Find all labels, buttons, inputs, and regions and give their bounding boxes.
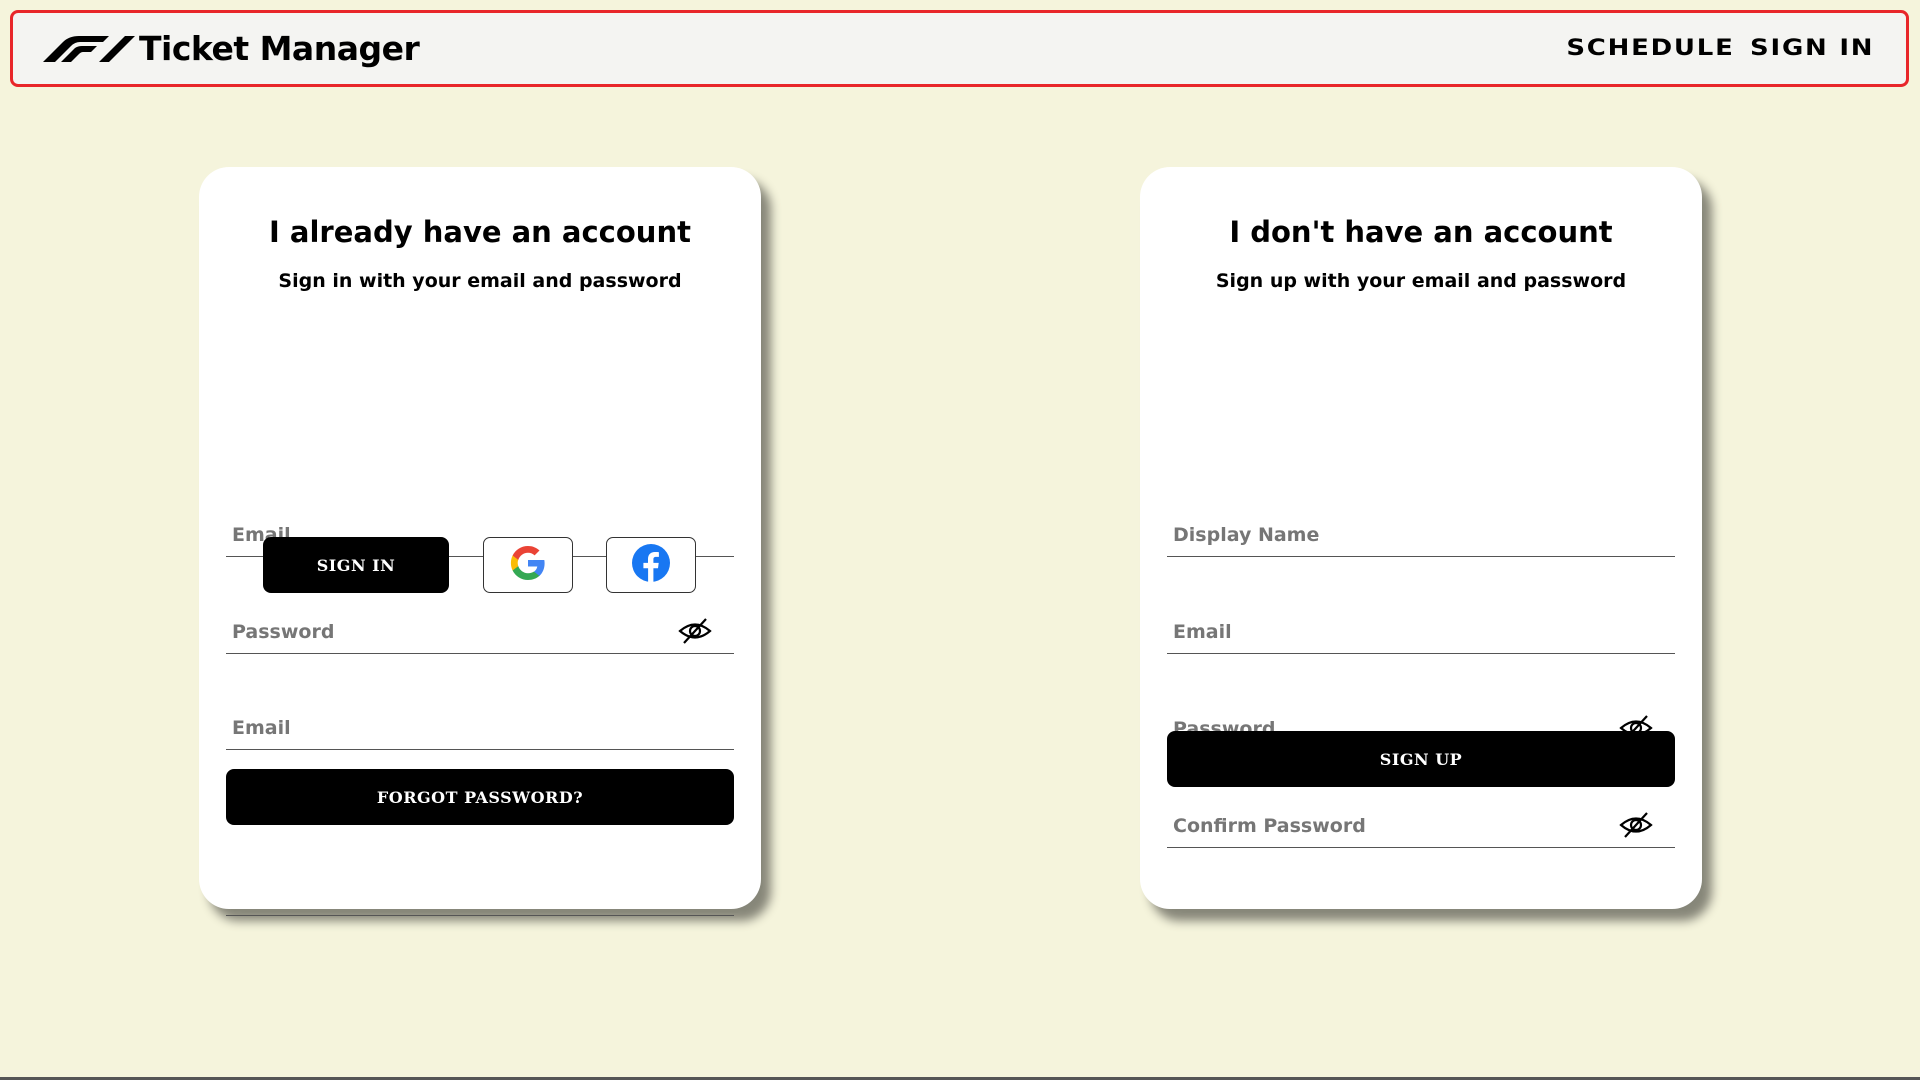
display-name-field — [1167, 505, 1675, 557]
google-icon — [508, 543, 548, 587]
eye-slash-icon[interactable] — [1619, 811, 1653, 839]
sign-in-subtitle: Sign in with your email and password — [278, 270, 682, 292]
app-title: Ticket Manager — [139, 29, 420, 68]
facebook-icon — [631, 543, 671, 587]
reset-email-field-container — [226, 698, 734, 750]
sign-up-title: I don't have an account — [1229, 215, 1613, 249]
sign-up-button[interactable]: SIGN UP — [1167, 731, 1675, 787]
confirm-password-input[interactable] — [1167, 796, 1675, 847]
sign-in-button[interactable]: SIGN IN — [263, 537, 449, 593]
main-nav: SCHEDULE SIGN IN — [1566, 36, 1874, 61]
confirm-password-field — [1167, 796, 1675, 848]
forgot-password-button[interactable]: FORGOT PASSWORD? — [226, 769, 734, 825]
top-navbar: Ticket Manager SCHEDULE SIGN IN — [10, 10, 1909, 87]
sign-up-subtitle: Sign up with your email and password — [1215, 270, 1627, 292]
brand[interactable]: Ticket Manager — [39, 29, 420, 68]
sign-in-password-field — [226, 602, 734, 654]
eye-slash-icon[interactable] — [678, 617, 712, 645]
f1-logo-icon — [39, 35, 135, 62]
sign-up-email-field — [1167, 602, 1675, 654]
nav-sign-in[interactable]: SIGN IN — [1750, 36, 1874, 61]
sign-in-password-input[interactable] — [226, 602, 734, 653]
sign-up-email-input[interactable] — [1167, 602, 1675, 653]
reset-email-input[interactable] — [226, 698, 734, 749]
google-sign-in-button[interactable] — [483, 537, 573, 593]
sign-in-title: I already have an account — [269, 215, 691, 249]
nav-schedule[interactable]: SCHEDULE — [1566, 36, 1734, 61]
reset-email-field — [226, 864, 734, 916]
display-name-input[interactable] — [1167, 505, 1675, 556]
facebook-sign-in-button[interactable] — [606, 537, 696, 593]
sign-up-card: I don't have an account Sign up with you… — [1140, 167, 1702, 909]
